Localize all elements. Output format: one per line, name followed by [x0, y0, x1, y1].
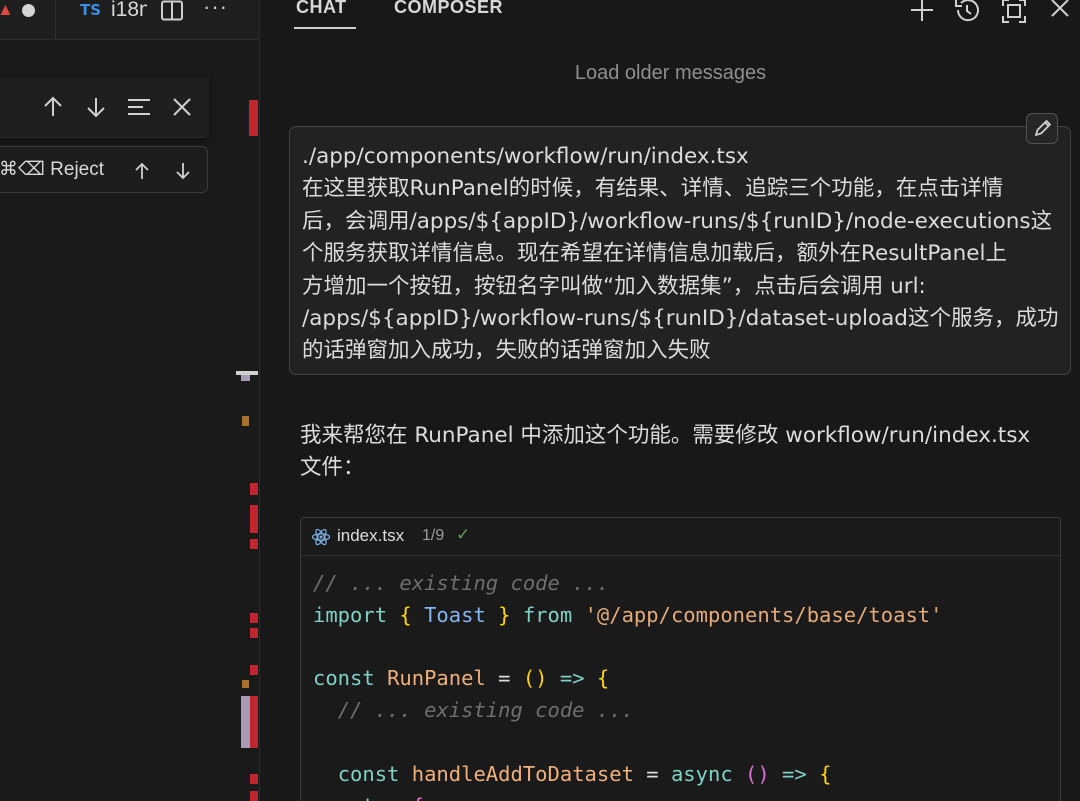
- code-token: const: [313, 666, 375, 691]
- code-file-name[interactable]: index.tsx: [337, 526, 404, 546]
- code-block-header[interactable]: index.tsx 1/9 ✓: [301, 518, 1060, 556]
- editor-tab-i18n[interactable]: i18n: [111, 0, 147, 22]
- arrow-down-icon[interactable]: [83, 94, 109, 120]
- tab-composer[interactable]: COMPOSER: [394, 0, 503, 18]
- code-token: =: [498, 666, 511, 691]
- code-token: from: [522, 602, 573, 627]
- ellipsis-icon[interactable]: ···: [203, 0, 228, 20]
- code-token: (): [745, 761, 770, 786]
- code-token: {: [596, 666, 610, 691]
- user-message[interactable]: ./app/components/workflow/run/index.tsx …: [289, 113, 1071, 375]
- tab-chat[interactable]: CHAT: [296, 0, 347, 18]
- diff-marker: [250, 539, 258, 549]
- assistant-message-text: 我来帮您在 RunPanel 中添加这个功能。需要修改 workflow/run…: [300, 420, 1070, 484]
- code-comment: // ... existing code ...: [337, 698, 634, 723]
- code-token: =: [646, 761, 659, 786]
- user-message-line: ./app/components/workflow/run/index.tsx: [302, 144, 749, 169]
- tab-divider: [55, 0, 56, 40]
- find-in-selection-icon[interactable]: [126, 94, 152, 120]
- assistant-message-line: 我来帮您在 RunPanel 中添加这个功能。需要修改 workflow/run…: [300, 423, 1031, 448]
- code-line: // ... existing code ...: [313, 568, 942, 600]
- diff-marker: [250, 791, 258, 801]
- code-line: // ... existing code ...: [313, 695, 942, 727]
- change-count: 1/9: [422, 527, 445, 544]
- close-icon[interactable]: [169, 94, 195, 120]
- edit-pencil-icon[interactable]: [1026, 113, 1058, 144]
- history-icon[interactable]: [952, 0, 982, 26]
- new-chat-icon[interactable]: [907, 0, 937, 26]
- diff-marker: [242, 680, 249, 688]
- diff-marker: [241, 696, 250, 748]
- reject-button[interactable]: ⌘⌫ Reject: [0, 158, 104, 181]
- user-message-line: 方增加一个按钮，按钮名字叫做“加入数据集”，点击后会调用 url:: [302, 273, 926, 299]
- react-file-icon: [311, 527, 331, 547]
- unsaved-dot-icon[interactable]: [22, 4, 35, 17]
- split-editor-icon[interactable]: [160, 0, 184, 21]
- code-token: {: [819, 761, 832, 786]
- check-icon: ✓: [456, 525, 471, 544]
- diff-marker: [249, 100, 258, 136]
- previous-change-icon[interactable]: [131, 160, 153, 182]
- reject-label: Reject: [50, 159, 105, 180]
- code-token: async: [670, 761, 733, 786]
- code-token: {: [399, 602, 412, 627]
- load-older-messages-link[interactable]: Load older messages: [260, 62, 1080, 85]
- diff-marker: [250, 696, 258, 748]
- reject-changes-bar: ⌘⌫ Reject: [0, 146, 208, 193]
- user-message-line: 在这里获取RunPanel的时候，有结果、详情、追踪三个功能，在点击详情: [302, 176, 1004, 202]
- find-widget: [0, 78, 209, 138]
- code-token: '@/app/components/base/toast': [584, 602, 943, 627]
- active-tab-indicator: [294, 27, 356, 29]
- code-token: try: [362, 794, 399, 801]
- diff-overview-ruler: [232, 80, 259, 801]
- diff-marker: [242, 416, 249, 426]
- code-block: index.tsx 1/9 ✓ // ... existing code ...…: [300, 517, 1061, 801]
- diff-marker: [241, 375, 250, 381]
- code-token: Toast: [424, 602, 486, 627]
- diff-marker: [250, 483, 258, 495]
- diff-marker: [250, 774, 258, 784]
- chat-panel: CHAT COMPOSER Load older messages ./app/…: [259, 0, 1080, 801]
- diff-marker: [250, 665, 258, 675]
- code-line: import { Toast } from '@/app/components/…: [313, 600, 942, 632]
- user-message-line: 后，会调用/apps/${appID}/workflow-runs/${runI…: [302, 208, 1053, 234]
- code-token: =>: [559, 666, 585, 691]
- typescript-file-icon: TS: [80, 1, 102, 19]
- code-line: const handleAddToDataset = async () => {: [313, 759, 942, 791]
- maximize-icon[interactable]: [999, 0, 1029, 26]
- arrow-up-icon[interactable]: [40, 94, 66, 120]
- next-change-icon[interactable]: [172, 160, 194, 182]
- user-message-text: ./app/components/workflow/run/index.tsx …: [302, 141, 1062, 368]
- code-token: handleAddToDataset: [411, 761, 634, 786]
- editor-tab-bar: ▲ TS i18n ···: [0, 0, 259, 40]
- user-message-line: /apps/${appID}/workflow-runs/${runID}/da…: [302, 306, 1059, 332]
- assistant-message-line: 文件：: [300, 455, 365, 480]
- diff-marker: [250, 628, 258, 638]
- code-token: import: [313, 602, 388, 627]
- code-token: RunPanel: [387, 666, 486, 691]
- code-token: }: [498, 602, 511, 627]
- error-icon: ▲: [0, 0, 14, 19]
- code-line: const RunPanel = () => {: [313, 663, 942, 695]
- code-token: const: [337, 761, 400, 786]
- reject-shortcut: ⌘⌫: [0, 159, 45, 180]
- close-panel-icon[interactable]: [1045, 0, 1075, 26]
- diff-marker: [250, 613, 258, 623]
- code-content: // ... existing code ... import { Toast }…: [313, 568, 942, 801]
- user-message-line: 个服务获取详情信息。现在希望在详情信息加载后，额外在ResultPanel上: [302, 241, 1007, 267]
- code-token: (): [522, 666, 548, 691]
- code-comment: // ... existing code ...: [313, 571, 610, 595]
- user-message-line: 的话弹窗加入成功，失败的话弹窗加入失败: [302, 338, 711, 364]
- code-line: try {: [313, 791, 942, 801]
- code-token: =>: [782, 761, 807, 786]
- editor-pane: ▲ TS i18n ··· ⌘⌫ Reject: [0, 0, 259, 801]
- code-token: {: [412, 794, 424, 801]
- diff-marker: [250, 505, 258, 533]
